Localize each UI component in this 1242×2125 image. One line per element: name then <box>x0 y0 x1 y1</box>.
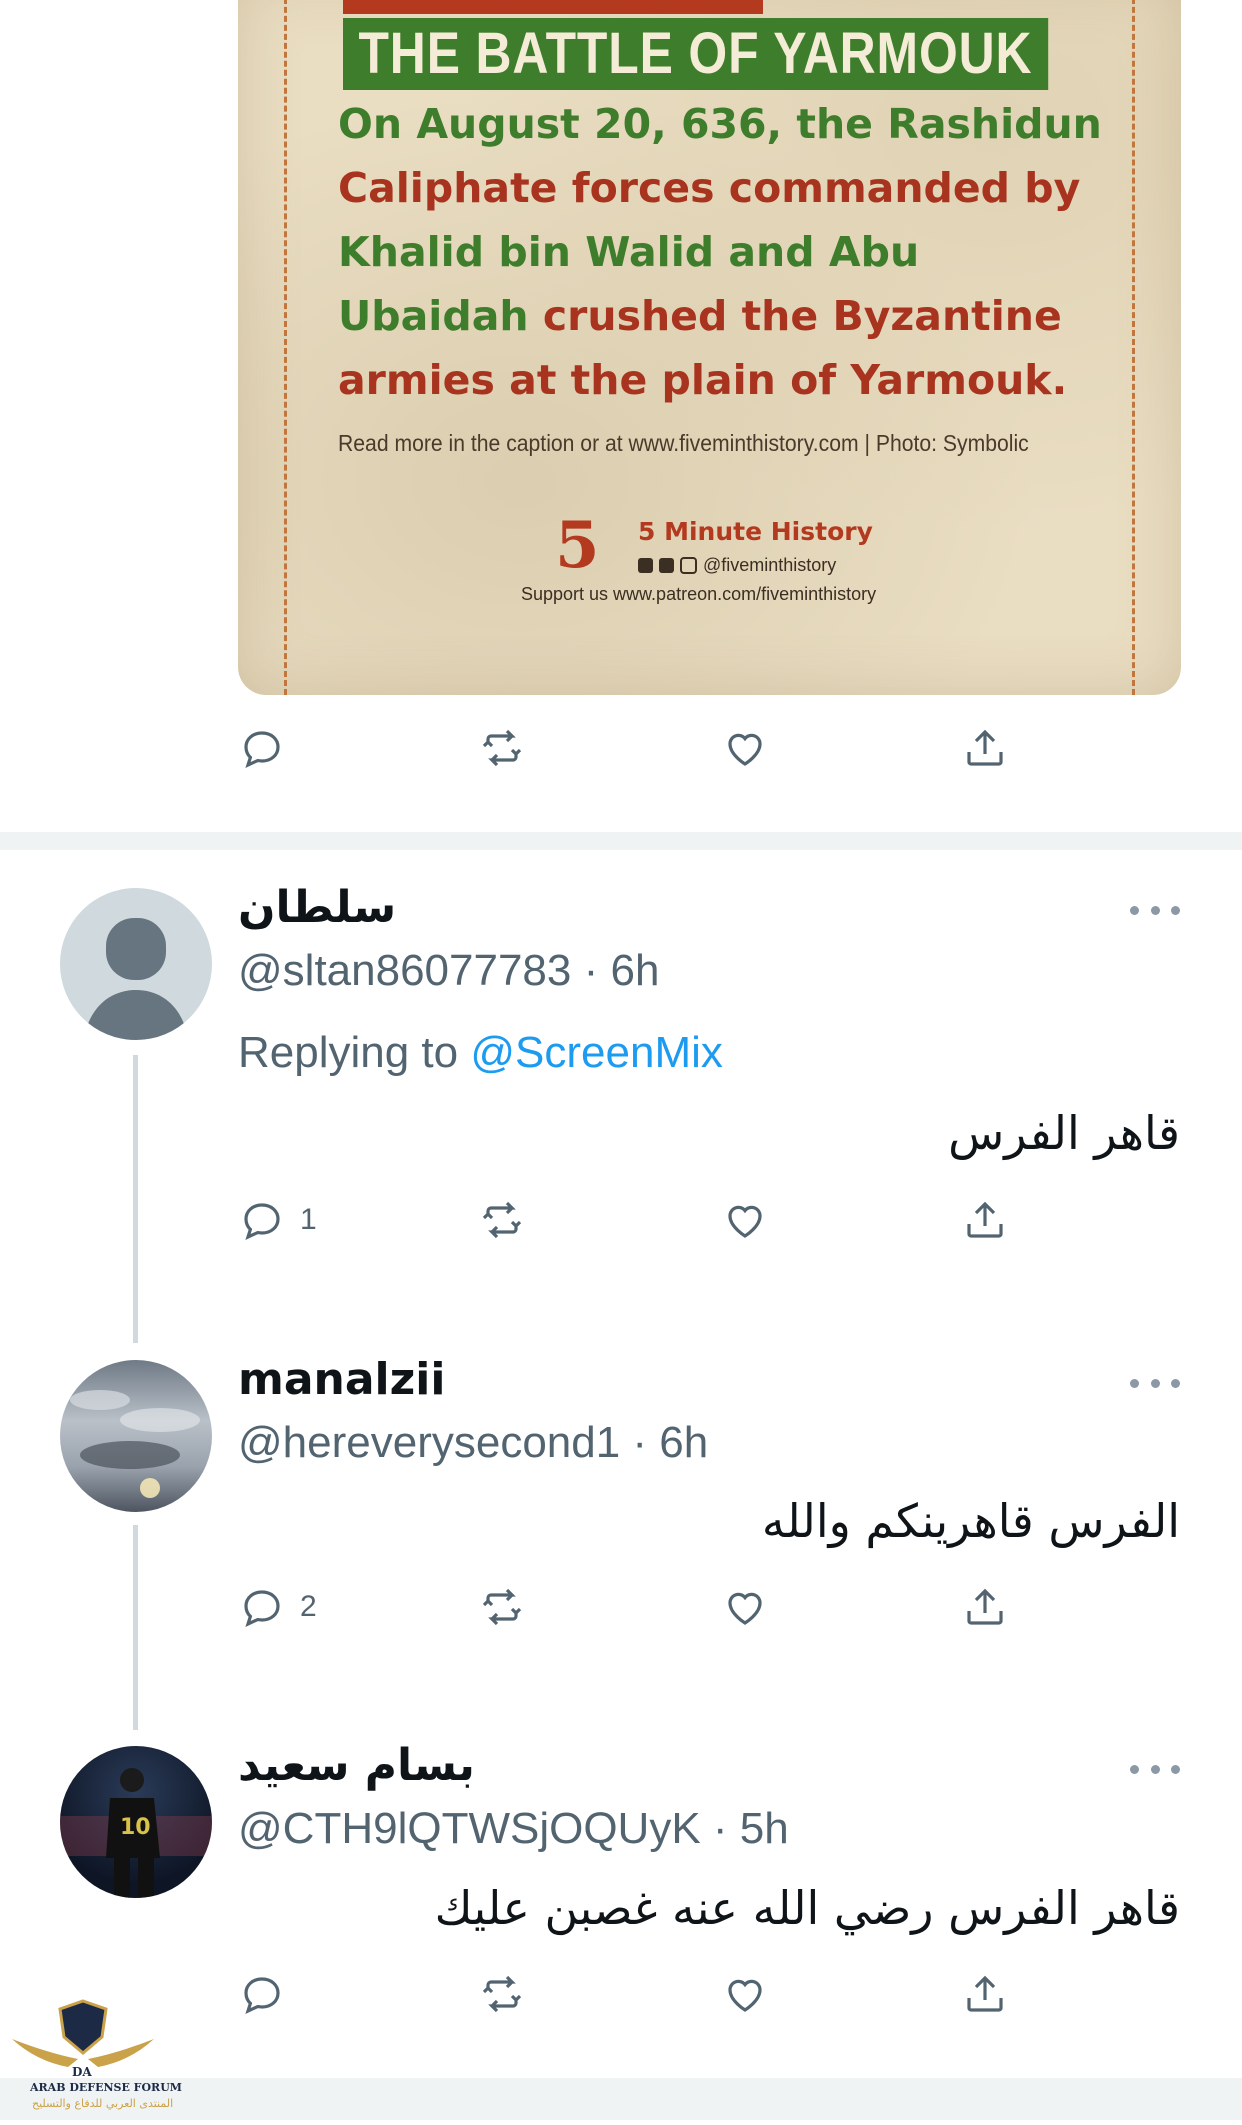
retweet-button[interactable] <box>478 718 526 778</box>
poster-body-text: On August 20, 636, the Rashidun Caliphat… <box>338 92 1118 412</box>
share-icon <box>967 729 1003 766</box>
poster-title: THE BATTLE OF YARMOUK <box>343 18 1049 90</box>
handle-time[interactable]: @hereverysecond1 · 6h <box>238 1418 708 1468</box>
watermark-badge: DA <box>72 2065 92 2079</box>
poster-border-right <box>1132 0 1135 695</box>
tweet-media-image[interactable]: THE BATTLE OF YARMOUK On August 20, 636,… <box>238 0 1181 695</box>
like-icon <box>728 1979 762 2012</box>
handle-time[interactable]: @sltan86077783 · 6h <box>238 946 659 996</box>
more-icon <box>1171 905 1180 915</box>
retweet-icon <box>482 1201 522 1239</box>
poster-body-segment: Caliphate forces commanded by <box>338 164 1081 212</box>
retweet-button[interactable] <box>478 1964 526 2024</box>
avatar[interactable]: 10 <box>60 1746 212 1898</box>
watermark-logo: DA ARAB DEFENSE FORUM المنتدى العربي للد… <box>8 1993 182 2120</box>
more-icon <box>1150 905 1160 915</box>
section-divider <box>0 832 1242 850</box>
poster-readmore: Read more in the caption or at www.fivem… <box>338 430 1029 456</box>
retweet-icon <box>482 1975 522 2013</box>
share-button[interactable] <box>961 1964 1009 2024</box>
tweet-actions <box>238 718 1058 778</box>
poster-logo-icon: 5 <box>555 508 600 583</box>
retweet-icon <box>482 1588 522 1626</box>
share-icon <box>967 1201 1003 1238</box>
reply-count: 2 <box>300 1590 317 1623</box>
share-button[interactable] <box>961 718 1009 778</box>
reply-button[interactable]: 1 <box>238 1190 317 1250</box>
thread-line <box>133 1525 138 1730</box>
poster-handle: @fiveminthistory <box>703 555 837 575</box>
more-button[interactable] <box>1130 1759 1180 1779</box>
reply-button[interactable] <box>238 1964 300 2024</box>
poster-social: @fiveminthistory <box>638 555 836 576</box>
poster-heading-bar <box>343 0 763 14</box>
like-icon <box>728 733 762 766</box>
reply-button[interactable]: 2 <box>238 1577 317 1637</box>
like-button[interactable] <box>721 718 769 778</box>
share-icon <box>967 1975 1003 2012</box>
more-button[interactable] <box>1130 900 1180 920</box>
bottom-divider <box>0 2078 1242 2120</box>
more-icon <box>1150 1764 1160 1774</box>
facebook-icon <box>659 558 674 573</box>
poster-body-segment: On August 20, 636, the Rashidun <box>338 100 1102 148</box>
svg-text:10: 10 <box>120 1815 151 1840</box>
display-name[interactable]: manalzii <box>238 1354 445 1405</box>
more-icon <box>1150 1378 1160 1388</box>
more-icon <box>1130 1378 1139 1388</box>
retweet-icon <box>482 729 522 767</box>
player-avatar-image: 10 <box>60 1768 212 1898</box>
more-button[interactable] <box>1130 1373 1180 1393</box>
retweet-button[interactable] <box>478 1190 526 1250</box>
share-button[interactable] <box>961 1577 1009 1637</box>
tweet-text: الفرس قاهرينكم والله <box>761 1494 1180 1548</box>
reply-icon <box>244 1977 280 2014</box>
poster-support: Support us www.patreon.com/fiveminthisto… <box>521 584 877 604</box>
clouds-avatar-image <box>70 1390 200 1498</box>
reply-icon <box>244 1590 280 1627</box>
watermark-line1: ARAB DEFENSE FORUM <box>30 2081 182 2094</box>
reply-icon <box>244 731 280 768</box>
more-icon <box>1171 1764 1180 1774</box>
like-button[interactable] <box>721 1964 769 2024</box>
handle-time[interactable]: @CTH9lQTWSjOQUyK · 5h <box>238 1804 789 1854</box>
default-avatar-icon <box>84 918 188 1040</box>
tweet-actions <box>238 1964 1058 2024</box>
like-button[interactable] <box>721 1577 769 1637</box>
avatar[interactable] <box>60 888 212 1040</box>
reply-button[interactable] <box>238 718 286 778</box>
tweet-actions: 2 <box>238 1577 1058 1637</box>
more-icon <box>1130 905 1139 915</box>
replying-to-link[interactable]: @ScreenMix <box>470 1028 723 1077</box>
tweet-text: قاهر الفرس رضي الله عنه غصبن عليك <box>434 1881 1180 1935</box>
watermark-line2: المنتدى العربي للدفاع والتسليح <box>32 2097 174 2110</box>
retweet-button[interactable] <box>478 1577 526 1637</box>
reply-count: 1 <box>300 1203 317 1236</box>
tweet-actions: 1 <box>238 1190 1058 1250</box>
tweet-text: قاهر الفرس <box>948 1106 1180 1160</box>
display-name[interactable]: بسام سعيد <box>238 1740 475 1791</box>
share-button[interactable] <box>961 1190 1009 1250</box>
like-button[interactable] <box>721 1190 769 1250</box>
like-icon <box>728 1205 762 1238</box>
instagram-icon <box>680 557 697 574</box>
replying-prefix: Replying to <box>238 1028 471 1077</box>
reply-icon <box>244 1203 280 1240</box>
share-icon <box>967 1588 1003 1625</box>
display-name[interactable]: سلطان <box>238 882 396 933</box>
thread-line <box>133 1055 138 1343</box>
more-icon <box>1130 1764 1139 1774</box>
avatar[interactable] <box>60 1360 212 1512</box>
poster-brand: 5 Minute History <box>638 517 873 546</box>
twitter-icon <box>638 558 653 573</box>
more-icon <box>1171 1378 1180 1388</box>
poster-border-left <box>284 0 287 695</box>
like-icon <box>728 1592 762 1625</box>
replying-to: Replying to @ScreenMix <box>238 1028 723 1078</box>
